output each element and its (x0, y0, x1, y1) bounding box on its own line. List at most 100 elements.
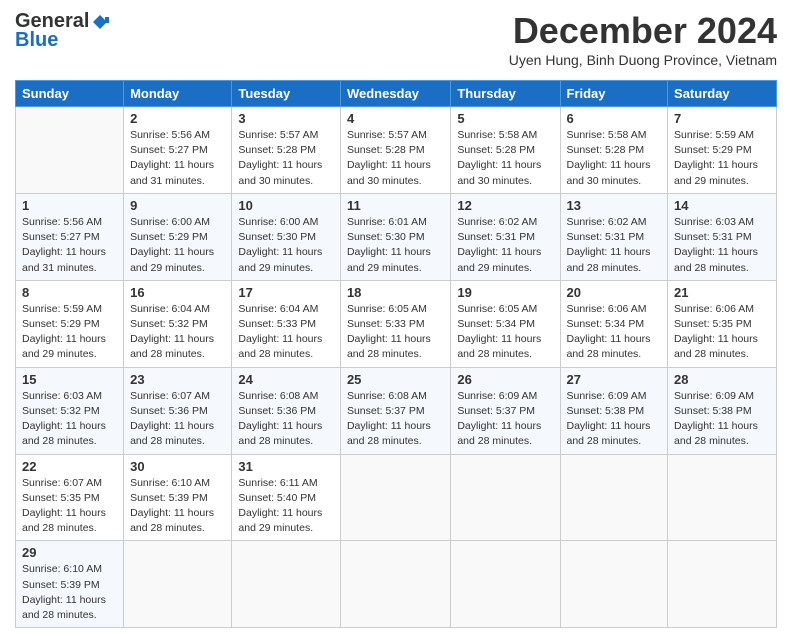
header: General Blue December 2024 Uyen Hung, Bi… (15, 10, 777, 76)
calendar-cell: 9Sunrise: 6:00 AM Sunset: 5:29 PM Daylig… (124, 193, 232, 280)
calendar-cell: 13 Sunrise: 6:02 AM Sunset: 5:31 PM Dayli… (560, 193, 668, 280)
day-number: 7 (674, 111, 770, 126)
calendar-cell (668, 541, 777, 628)
calendar-cell: 28 Sunrise: 6:09 AM Sunset: 5:38 PM Dayli… (668, 367, 777, 454)
day-content: Sunrise: 6:04 AM Sunset: 5:33 PM Dayligh… (238, 302, 334, 363)
day-number: 24 (238, 372, 334, 387)
calendar-cell: 11Sunrise: 6:01 AM Sunset: 5:30 PM Dayli… (340, 193, 450, 280)
calendar-week-row: 22Sunrise: 6:07 AM Sunset: 5:35 PM Dayli… (16, 454, 777, 541)
day-content: Sunrise: 6:06 AM Sunset: 5:34 PM Dayligh… (567, 302, 662, 363)
day-number: 6 (567, 111, 662, 126)
calendar-cell: 14Sunrise: 6:03 AM Sunset: 5:31 PM Dayli… (668, 193, 777, 280)
day-content: Sunrise: 5:59 AM Sunset: 5:29 PM Dayligh… (674, 128, 770, 189)
calendar-table: SundayMondayTuesdayWednesdayThursdayFrid… (15, 80, 777, 628)
day-content: Sunrise: 6:11 AM Sunset: 5:40 PM Dayligh… (238, 476, 334, 537)
day-number: 19 (457, 285, 553, 300)
day-content: Sunrise: 6:07 AM Sunset: 5:35 PM Dayligh… (22, 476, 117, 537)
day-number: 20 (567, 285, 662, 300)
day-content: Sunrise: 5:57 AM Sunset: 5:28 PM Dayligh… (238, 128, 334, 189)
day-content: Sunrise: 6:09 AM Sunset: 5:38 PM Dayligh… (567, 389, 662, 450)
day-number: 26 (457, 372, 553, 387)
calendar-cell (668, 454, 777, 541)
calendar-cell: 10 Sunrise: 6:00 AM Sunset: 5:30 PM Dayli… (232, 193, 341, 280)
day-number: 23 (130, 372, 225, 387)
month-title: December 2024 (509, 10, 777, 52)
calendar-cell: 8Sunrise: 5:59 AM Sunset: 5:29 PM Daylig… (16, 280, 124, 367)
logo-blue-text: Blue (15, 29, 58, 52)
day-content: Sunrise: 6:08 AM Sunset: 5:36 PM Dayligh… (238, 389, 334, 450)
day-content: Sunrise: 6:01 AM Sunset: 5:30 PM Dayligh… (347, 215, 444, 276)
calendar-cell: 18Sunrise: 6:05 AM Sunset: 5:33 PM Dayli… (340, 280, 450, 367)
day-number: 14 (674, 198, 770, 213)
day-content: Sunrise: 6:08 AM Sunset: 5:37 PM Dayligh… (347, 389, 444, 450)
col-header-tuesday: Tuesday (232, 81, 341, 107)
day-number: 15 (22, 372, 117, 387)
day-number: 28 (674, 372, 770, 387)
calendar-cell: 31 Sunrise: 6:11 AM Sunset: 5:40 PM Dayli… (232, 454, 341, 541)
day-content: Sunrise: 5:58 AM Sunset: 5:28 PM Dayligh… (457, 128, 553, 189)
calendar-cell: 23 Sunrise: 6:07 AM Sunset: 5:36 PM Dayli… (124, 367, 232, 454)
calendar-cell: 19 Sunrise: 6:05 AM Sunset: 5:34 PM Dayli… (451, 280, 560, 367)
col-header-sunday: Sunday (16, 81, 124, 107)
day-number: 4 (347, 111, 444, 126)
day-content: Sunrise: 6:00 AM Sunset: 5:30 PM Dayligh… (238, 215, 334, 276)
col-header-saturday: Saturday (668, 81, 777, 107)
day-number: 30 (130, 459, 225, 474)
calendar-cell: 27 Sunrise: 6:09 AM Sunset: 5:38 PM Dayli… (560, 367, 668, 454)
calendar-cell: 25Sunrise: 6:08 AM Sunset: 5:37 PM Dayli… (340, 367, 450, 454)
calendar-cell: 22Sunrise: 6:07 AM Sunset: 5:35 PM Dayli… (16, 454, 124, 541)
day-number: 12 (457, 198, 553, 213)
calendar-cell (124, 541, 232, 628)
day-number: 10 (238, 198, 334, 213)
calendar-cell (232, 541, 341, 628)
day-content: Sunrise: 6:09 AM Sunset: 5:38 PM Dayligh… (674, 389, 770, 450)
day-content: Sunrise: 6:05 AM Sunset: 5:34 PM Dayligh… (457, 302, 553, 363)
day-content: Sunrise: 6:07 AM Sunset: 5:36 PM Dayligh… (130, 389, 225, 450)
calendar-week-row: 15 Sunrise: 6:03 AM Sunset: 5:32 PM Dayli… (16, 367, 777, 454)
day-content: Sunrise: 6:02 AM Sunset: 5:31 PM Dayligh… (567, 215, 662, 276)
day-content: Sunrise: 5:56 AM Sunset: 5:27 PM Dayligh… (22, 215, 117, 276)
calendar-week-row: 2 Sunrise: 5:56 AM Sunset: 5:27 PM Daylig… (16, 107, 777, 194)
col-header-wednesday: Wednesday (340, 81, 450, 107)
calendar-cell: 4Sunrise: 5:57 AM Sunset: 5:28 PM Daylig… (340, 107, 450, 194)
calendar-cell (340, 541, 450, 628)
subtitle: Uyen Hung, Binh Duong Province, Vietnam (509, 52, 777, 68)
col-header-friday: Friday (560, 81, 668, 107)
calendar-cell: 29Sunrise: 6:10 AM Sunset: 5:39 PM Dayli… (16, 541, 124, 628)
day-content: Sunrise: 5:56 AM Sunset: 5:27 PM Dayligh… (130, 128, 225, 189)
day-content: Sunrise: 6:03 AM Sunset: 5:32 PM Dayligh… (22, 389, 117, 450)
day-number: 3 (238, 111, 334, 126)
calendar-cell: 6 Sunrise: 5:58 AM Sunset: 5:28 PM Daylig… (560, 107, 668, 194)
day-number: 21 (674, 285, 770, 300)
day-number: 16 (130, 285, 225, 300)
day-content: Sunrise: 6:09 AM Sunset: 5:37 PM Dayligh… (457, 389, 553, 450)
day-number: 27 (567, 372, 662, 387)
day-number: 2 (130, 111, 225, 126)
day-number: 13 (567, 198, 662, 213)
calendar-cell (451, 541, 560, 628)
calendar-cell: 3 Sunrise: 5:57 AM Sunset: 5:28 PM Daylig… (232, 107, 341, 194)
day-number: 18 (347, 285, 444, 300)
day-number: 1 (22, 198, 117, 213)
col-header-monday: Monday (124, 81, 232, 107)
day-content: Sunrise: 5:59 AM Sunset: 5:29 PM Dayligh… (22, 302, 117, 363)
calendar-cell: 2 Sunrise: 5:56 AM Sunset: 5:27 PM Daylig… (124, 107, 232, 194)
day-number: 29 (22, 545, 117, 560)
day-content: Sunrise: 5:58 AM Sunset: 5:28 PM Dayligh… (567, 128, 662, 189)
calendar-cell: 17Sunrise: 6:04 AM Sunset: 5:33 PM Dayli… (232, 280, 341, 367)
calendar-cell (560, 541, 668, 628)
calendar-cell: 30Sunrise: 6:10 AM Sunset: 5:39 PM Dayli… (124, 454, 232, 541)
calendar-cell: 5Sunrise: 5:58 AM Sunset: 5:28 PM Daylig… (451, 107, 560, 194)
calendar-cell (560, 454, 668, 541)
calendar-cell: 20 Sunrise: 6:06 AM Sunset: 5:34 PM Dayli… (560, 280, 668, 367)
calendar-cell: 21Sunrise: 6:06 AM Sunset: 5:35 PM Dayli… (668, 280, 777, 367)
calendar-cell (16, 107, 124, 194)
day-number: 31 (238, 459, 334, 474)
calendar-week-row: 8Sunrise: 5:59 AM Sunset: 5:29 PM Daylig… (16, 280, 777, 367)
calendar-cell (340, 454, 450, 541)
calendar-cell: 16 Sunrise: 6:04 AM Sunset: 5:32 PM Dayli… (124, 280, 232, 367)
day-content: Sunrise: 6:04 AM Sunset: 5:32 PM Dayligh… (130, 302, 225, 363)
calendar-cell: 7 Sunrise: 5:59 AM Sunset: 5:29 PM Daylig… (668, 107, 777, 194)
logo: General Blue (15, 10, 109, 52)
calendar-cell: 1 Sunrise: 5:56 AM Sunset: 5:27 PM Daylig… (16, 193, 124, 280)
